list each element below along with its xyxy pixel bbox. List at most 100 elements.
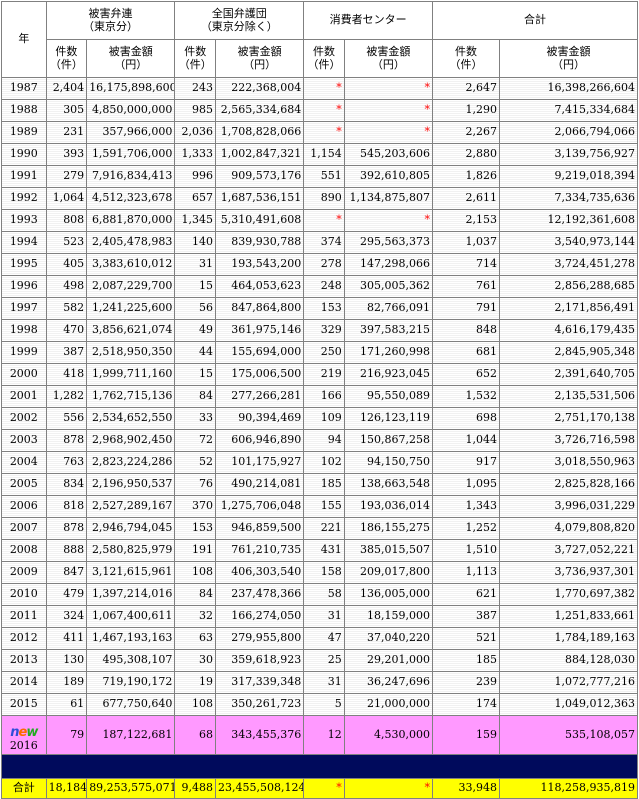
cell-count: 847 bbox=[46, 562, 88, 584]
cell-count: 698 bbox=[433, 408, 500, 430]
cell-count: 61 bbox=[46, 694, 88, 716]
cell-amount: 1,770,697,382 bbox=[499, 584, 638, 606]
cell-count: 30 bbox=[175, 650, 216, 672]
cell-amount: 187,122,681 bbox=[87, 716, 176, 755]
cell-amount: 4,850,000,000 bbox=[87, 100, 176, 122]
year-cell: 2010 bbox=[2, 584, 47, 606]
cell-amount: 193,543,200 bbox=[215, 254, 305, 276]
cell-count: 1,290 bbox=[433, 100, 500, 122]
cell-amount: 2,825,828,166 bbox=[499, 474, 638, 496]
table-row: 2007 878 2,946,794,045 153 946,859,500 221 186… bbox=[2, 518, 638, 540]
cell-amount: 392,610,805 bbox=[344, 166, 434, 188]
cell-count: 763 bbox=[46, 452, 88, 474]
cell-amount: 1,251,833,661 bbox=[499, 606, 638, 628]
cell-amount: 1,687,536,151 bbox=[215, 188, 305, 210]
cell-count: 387 bbox=[433, 606, 500, 628]
header-group-bengoren: 被害弁連 （東京分） bbox=[46, 2, 176, 40]
cell-count: 108 bbox=[175, 562, 216, 584]
year-cell: 2013 bbox=[2, 650, 47, 672]
cell-amount: 3,727,052,221 bbox=[499, 540, 638, 562]
cell-count: 418 bbox=[46, 364, 88, 386]
cell-count: 109 bbox=[304, 408, 345, 430]
cell-count: 551 bbox=[304, 166, 345, 188]
cell-count: 2,880 bbox=[433, 144, 500, 166]
cell-amount: 5,310,491,608 bbox=[215, 210, 305, 232]
cell-amount: 1,708,828,066 bbox=[215, 122, 305, 144]
cell-count: 102 bbox=[304, 452, 345, 474]
cell-amount: 3,856,621,074 bbox=[87, 320, 176, 342]
table-row: 1998 470 3,856,621,074 49 361,975,146 329 397,… bbox=[2, 320, 638, 342]
header-count: 件数 （件） bbox=[46, 40, 88, 78]
cell-amount: 343,455,376 bbox=[215, 716, 305, 755]
cell-amount: 495,308,107 bbox=[87, 650, 176, 672]
cell-count: 108 bbox=[175, 694, 216, 716]
cell-count: 1,343 bbox=[433, 496, 500, 518]
cell-amount: 7,415,334,684 bbox=[499, 100, 638, 122]
cell-amount: 305,005,362 bbox=[344, 276, 434, 298]
cell-count: 1,345 bbox=[175, 210, 216, 232]
table-row: 2000 418 1,999,711,160 15 175,006,500 219 216,… bbox=[2, 364, 638, 386]
cell-amount: 1,134,875,807 bbox=[344, 188, 434, 210]
cell-count: 185 bbox=[304, 474, 345, 496]
header-row-top: 年 被害弁連 （東京分） 全国弁護団 （東京分除く） 消費者センター 合計 bbox=[2, 2, 638, 78]
cell-count: 140 bbox=[175, 232, 216, 254]
cell-count: 166 bbox=[304, 386, 345, 408]
year-cell: 1987 bbox=[2, 78, 47, 100]
cell-count: 387 bbox=[46, 342, 88, 364]
cell-amount: 12,192,361,608 bbox=[499, 210, 638, 232]
cell-amount: 606,946,890 bbox=[215, 430, 305, 452]
cell-amount: 126,123,119 bbox=[344, 408, 434, 430]
table-body: 1987 2,404 16,175,898,600 243 222,368,004 * * 2… bbox=[2, 78, 638, 716]
cell-amount: 317,339,348 bbox=[215, 672, 305, 694]
cell-amount: 4,616,179,435 bbox=[499, 320, 638, 342]
cell-amount: 1,762,715,136 bbox=[87, 386, 176, 408]
cell-amount: 909,573,176 bbox=[215, 166, 305, 188]
cell-amount: 2,946,794,045 bbox=[87, 518, 176, 540]
cell-amount: 1,072,777,216 bbox=[499, 672, 638, 694]
cell-amount: 222,368,004 bbox=[215, 78, 305, 100]
cell-count: 63 bbox=[175, 628, 216, 650]
cell-amount: 147,298,066 bbox=[344, 254, 434, 276]
cell-amount: 385,015,507 bbox=[344, 540, 434, 562]
year-cell: 2001 bbox=[2, 386, 47, 408]
cell-count: 393 bbox=[46, 144, 88, 166]
cell-amount: 3,139,756,927 bbox=[499, 144, 638, 166]
table-row: 2008 888 2,580,825,979 191 761,210,735 431 385… bbox=[2, 540, 638, 562]
cell-amount: 1,784,189,163 bbox=[499, 628, 638, 650]
year-cell: 1998 bbox=[2, 320, 47, 342]
cell-amount: 193,036,014 bbox=[344, 496, 434, 518]
year-cell: 1988 bbox=[2, 100, 47, 122]
cell-count: 888 bbox=[46, 540, 88, 562]
cell-amount: 357,966,000 bbox=[87, 122, 176, 144]
year-cell: 2005 bbox=[2, 474, 47, 496]
cell-count: 1,095 bbox=[433, 474, 500, 496]
total-count: 33,948 bbox=[433, 779, 500, 799]
cell-count: * bbox=[304, 78, 345, 100]
cell-count: 1,532 bbox=[433, 386, 500, 408]
year-cell: 2007 bbox=[2, 518, 47, 540]
cell-amount: 3,996,031,229 bbox=[499, 496, 638, 518]
cell-count: 996 bbox=[175, 166, 216, 188]
cell-count: 58 bbox=[304, 584, 345, 606]
header-group-consumer-center: 消費者センター bbox=[304, 2, 434, 40]
cell-amount: 216,923,045 bbox=[344, 364, 434, 386]
page: 年 被害弁連 （東京分） 全国弁護団 （東京分除く） 消費者センター 合計 件数 （件… bbox=[1, 1, 638, 799]
cell-amount: 95,550,089 bbox=[344, 386, 434, 408]
cell-amount: 94,150,750 bbox=[344, 452, 434, 474]
cell-amount: 277,266,281 bbox=[215, 386, 305, 408]
cell-count: 189 bbox=[46, 672, 88, 694]
cell-count: 33 bbox=[175, 408, 216, 430]
cell-count: 191 bbox=[175, 540, 216, 562]
cell-count: 374 bbox=[304, 232, 345, 254]
cell-amount: 1,397,214,016 bbox=[87, 584, 176, 606]
cell-count: 248 bbox=[304, 276, 345, 298]
cell-count: 84 bbox=[175, 386, 216, 408]
cell-count: 68 bbox=[175, 716, 216, 755]
cell-count: 582 bbox=[46, 298, 88, 320]
table-row: 2006 818 2,527,289,167 370 1,275,706,048 155 1… bbox=[2, 496, 638, 518]
header-year: 年 bbox=[2, 2, 47, 78]
cell-amount: 2,171,856,491 bbox=[499, 298, 638, 320]
cell-count: 834 bbox=[46, 474, 88, 496]
cell-count: 470 bbox=[46, 320, 88, 342]
cell-count: 890 bbox=[304, 188, 345, 210]
